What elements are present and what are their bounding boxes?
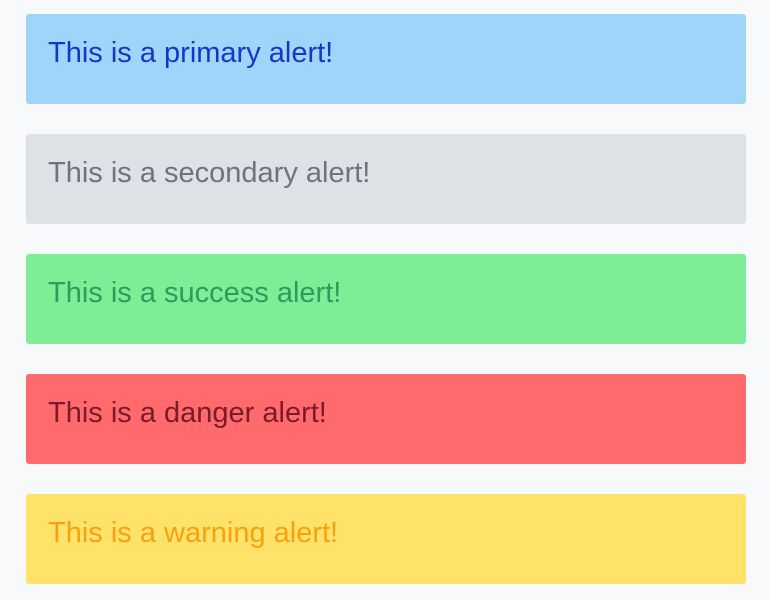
alert-success: This is a success alert! — [26, 254, 746, 344]
alert-danger-text: This is a danger alert! — [48, 397, 327, 429]
alert-success-text: This is a success alert! — [48, 277, 342, 309]
alerts-container: This is a primary alert! This is a secon… — [0, 0, 769, 600]
alert-secondary-text: This is a secondary alert! — [48, 157, 371, 189]
alert-primary: This is a primary alert! — [26, 14, 746, 104]
alert-secondary: This is a secondary alert! — [26, 134, 746, 224]
alert-warning-text: This is a warning alert! — [48, 517, 339, 549]
alert-primary-text: This is a primary alert! — [48, 37, 334, 69]
alert-warning: This is a warning alert! — [26, 494, 746, 584]
alert-danger: This is a danger alert! — [26, 374, 746, 464]
